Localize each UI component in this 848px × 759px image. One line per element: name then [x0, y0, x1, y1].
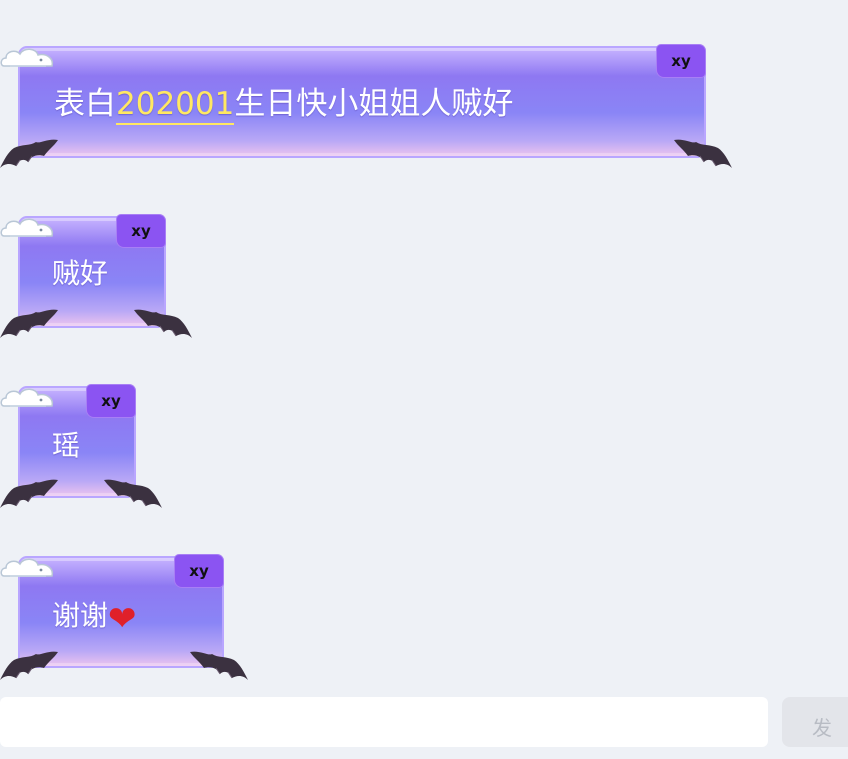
sender-badge: xy	[116, 214, 166, 248]
sender-badge: xy	[656, 44, 706, 78]
bat-wing-right-icon	[102, 474, 162, 510]
message-text: 瑶	[52, 429, 81, 462]
chat-message-list[interactable]: 表白202001生日快小姐姐人贼好 xy 贼好 xy 瑶 xy 谢谢❤ xy	[0, 0, 848, 690]
cloud-decoration-icon	[0, 554, 56, 584]
chat-message: 瑶 xy	[0, 384, 170, 510]
send-button[interactable]: 发	[782, 697, 848, 747]
bat-wing-left-icon	[0, 134, 60, 170]
bat-wing-left-icon	[0, 304, 60, 340]
chat-message: 谢谢❤ xy	[0, 554, 260, 684]
bat-wing-right-icon	[188, 646, 248, 682]
message-highlight-number: 202001	[116, 86, 235, 125]
cloud-decoration-icon	[0, 214, 56, 244]
sender-badge: xy	[174, 554, 224, 588]
cloud-decoration-icon	[0, 384, 56, 414]
message-text: 谢谢❤	[20, 594, 222, 639]
chat-message: 表白202001生日快小姐姐人贼好 xy	[0, 44, 740, 170]
cloud-decoration-icon	[0, 44, 56, 74]
message-text: 表白202001生日快小姐姐人贼好	[20, 78, 704, 125]
message-text-content: 谢谢	[52, 599, 109, 632]
chat-message: 贼好 xy	[0, 214, 200, 340]
heart-emoji-icon: ❤	[108, 599, 137, 639]
message-text-prefix: 表白	[54, 86, 116, 122]
message-input[interactable]	[0, 697, 768, 747]
bat-wing-left-icon	[0, 474, 60, 510]
message-text: 贼好	[52, 257, 109, 290]
sender-badge: xy	[86, 384, 136, 418]
bat-wing-left-icon	[0, 646, 60, 682]
bat-wing-right-icon	[132, 304, 192, 340]
message-text-suffix: 生日快小姐姐人贼好	[234, 86, 514, 122]
message-bubble[interactable]: 表白202001生日快小姐姐人贼好	[18, 46, 706, 158]
bat-wing-right-icon	[672, 134, 732, 170]
